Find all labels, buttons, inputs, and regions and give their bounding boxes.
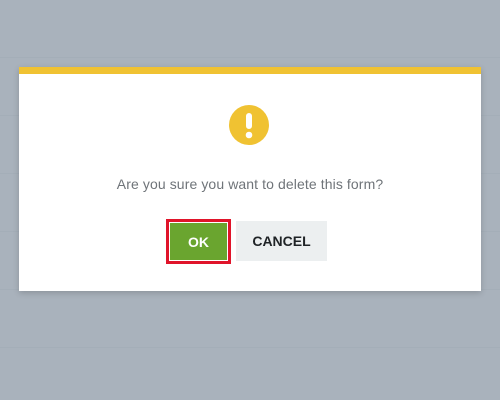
dialog-accent-bar [19, 67, 481, 74]
ok-button-focus-outline: OK [166, 219, 231, 264]
cancel-button[interactable]: CANCEL [236, 221, 327, 261]
exclamation-icon [229, 105, 269, 145]
ok-button[interactable]: OK [170, 223, 227, 260]
dialog-message: Are you sure you want to delete this for… [116, 176, 384, 192]
